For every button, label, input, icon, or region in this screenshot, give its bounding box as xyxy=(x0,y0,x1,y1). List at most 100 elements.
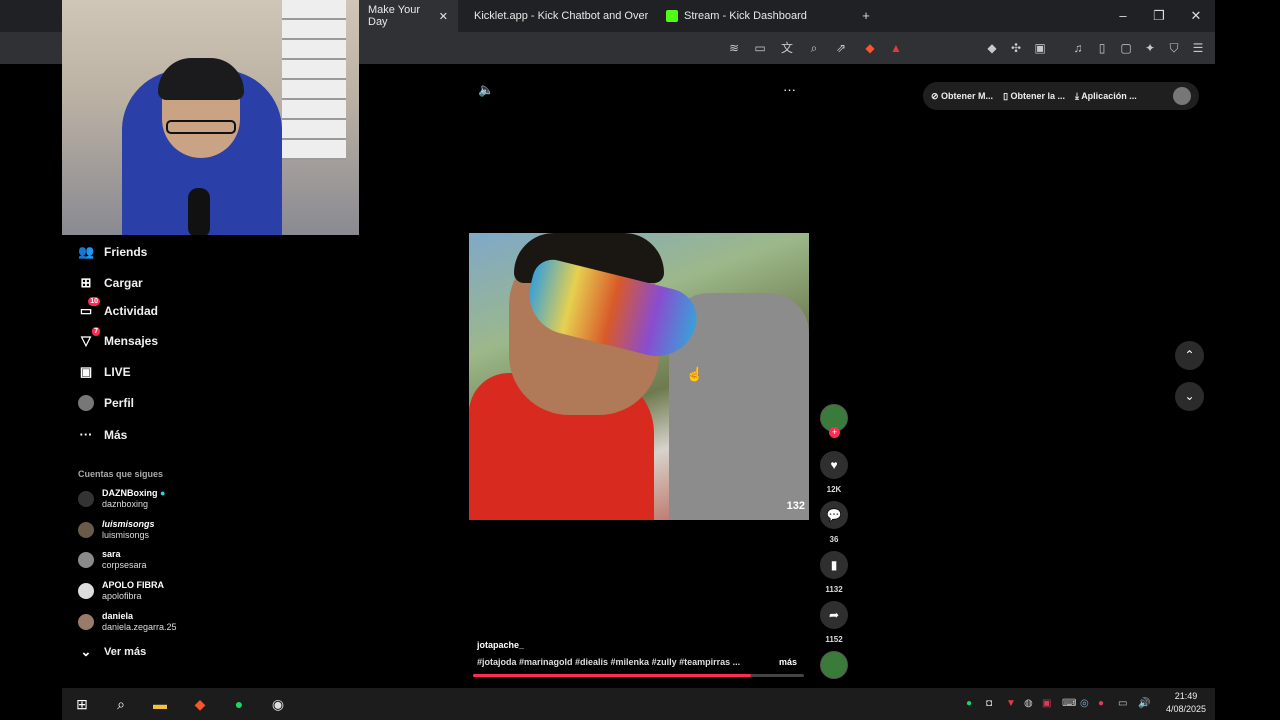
activity-badge: 10 xyxy=(88,297,100,306)
desktop-app-button[interactable]: ⤓ Aplicación ... xyxy=(1075,91,1137,102)
tab-close-icon[interactable]: ✕ xyxy=(439,10,448,23)
tab-label: Stream - Kick Dashboard xyxy=(684,10,807,22)
tray-steam-icon[interactable]: ◎ xyxy=(1080,698,1089,709)
new-tab-button[interactable]: + xyxy=(856,6,876,26)
sidebar-item-friends[interactable]: 👥 Friends xyxy=(78,244,147,260)
sidebar-item-label: Mensajes xyxy=(104,334,159,348)
sidebar-item-label: Actividad xyxy=(104,304,159,318)
activity-icon: ▭ 10 xyxy=(78,297,100,319)
streamer-hair xyxy=(158,58,244,100)
account-handle: corpsesara xyxy=(102,560,147,570)
microphone xyxy=(188,188,210,235)
see-more-button[interactable]: ⌄ Ver más xyxy=(78,644,147,660)
cast-icon[interactable]: ▭ xyxy=(752,40,768,56)
clock-time: 21:49 xyxy=(1174,691,1198,701)
share-arrow-icon: ➦ xyxy=(828,608,840,622)
sidebar-item-profile[interactable]: Perfil xyxy=(78,395,134,411)
following-account-daznboxing[interactable]: DAZNBoxing ● daznboxing xyxy=(78,488,165,510)
tab-kicklet[interactable]: Kicklet.app - Kick Chatbot and Overla xyxy=(468,0,648,32)
following-account-daniela[interactable]: daniela daniela.zegarra.25 xyxy=(78,611,177,633)
screenshot-icon[interactable]: ▣ xyxy=(1032,40,1048,56)
tray-discord-icon[interactable]: ◘ xyxy=(986,698,992,709)
tab-kick-dashboard[interactable]: Stream - Kick Dashboard xyxy=(666,0,846,32)
video-hashtags[interactable]: #jotajoda #marinagold #diealis #milenka … xyxy=(477,657,740,667)
extensions-icon[interactable]: ✣ xyxy=(1008,40,1024,56)
sidebar-item-activity[interactable]: ▭ 10 Actividad xyxy=(78,297,159,319)
avatar xyxy=(78,491,94,507)
save-button[interactable]: ▮ xyxy=(820,551,848,579)
video-progress-bar[interactable] xyxy=(473,674,804,677)
account-name: daniela xyxy=(102,611,134,621)
like-count: 12K xyxy=(826,485,842,494)
video-player[interactable]: 132 xyxy=(469,233,809,520)
brave-browser-icon[interactable]: ◆ xyxy=(190,694,210,714)
spotify-icon[interactable]: ● xyxy=(229,694,249,714)
get-app-button[interactable]: ▯ Obtener la ... xyxy=(1003,91,1065,102)
sidebar-item-more[interactable]: ··· Más xyxy=(78,427,128,443)
follow-plus-icon[interactable]: + xyxy=(829,427,840,438)
video-author[interactable]: jotapache_ xyxy=(477,640,524,650)
tray-spotify-icon[interactable]: ● xyxy=(966,698,972,709)
next-video-button[interactable]: ⌄ xyxy=(1175,382,1204,411)
account-name: sara xyxy=(102,549,121,559)
following-account-luismisongs[interactable]: luismisongs luismisongs xyxy=(78,519,155,541)
following-account-sara[interactable]: sara corpsesara xyxy=(78,549,147,571)
search-icon[interactable]: ⌕ xyxy=(111,694,131,714)
messages-icon: ▽ 7 xyxy=(78,327,100,349)
tab-label: Kicklet.app - Kick Chatbot and Overla xyxy=(474,10,648,22)
user-avatar[interactable] xyxy=(1173,87,1191,105)
tray-record-icon[interactable]: ● xyxy=(1098,698,1104,709)
translate-icon[interactable]: 文 xyxy=(779,40,795,56)
restore-button[interactable]: ❐ xyxy=(1149,6,1169,26)
file-explorer-icon[interactable]: ▬ xyxy=(150,694,170,714)
sidebar-item-label: LIVE xyxy=(104,365,131,379)
previous-video-button[interactable]: ⌃ xyxy=(1175,341,1204,370)
tray-network-icon[interactable]: ▭ xyxy=(1118,698,1127,709)
comment-button[interactable]: 💬 xyxy=(820,501,848,529)
zoom-icon[interactable]: ⌕ xyxy=(806,40,822,56)
wallet-diamond-icon[interactable]: ◆ xyxy=(984,40,1000,56)
tab-label: Make Your Day xyxy=(368,4,420,28)
wallet-icon[interactable]: ▢ xyxy=(1118,40,1134,56)
sidebar-item-live[interactable]: ▣ LIVE xyxy=(78,364,131,380)
close-window-button[interactable]: ✕ xyxy=(1186,6,1206,26)
following-account-apolofibra[interactable]: APOLO FIBRA apolofibra xyxy=(78,580,164,602)
get-coins-button[interactable]: ⊘ Obtener M... xyxy=(931,91,993,102)
obs-icon[interactable]: ◉ xyxy=(268,694,288,714)
taskbar-clock[interactable]: 21:49 4/08/2025 xyxy=(1161,690,1211,716)
sound-disc-icon[interactable] xyxy=(820,651,848,679)
sidebar-item-label: Más xyxy=(104,428,128,442)
tray-volume-icon[interactable]: 🔊 xyxy=(1138,698,1150,709)
windows-taskbar: ⊞ ⌕ ▬ ◆ ● ◉ ● ◘ ▼ ◍ ▣ ⌨ ◎ ● ▭ 🔊 xyxy=(62,688,1215,720)
minimize-button[interactable]: – xyxy=(1113,6,1133,26)
tab-make-your-day[interactable]: Make Your Day ✕ xyxy=(358,0,458,32)
reader-icon[interactable]: ≋ xyxy=(726,40,742,56)
share-icon[interactable]: ⇗ xyxy=(833,40,849,56)
more-options-icon[interactable]: ··· xyxy=(783,82,796,97)
pill-label: Aplicación ... xyxy=(1081,90,1137,101)
windows-start-icon[interactable]: ⊞ xyxy=(72,694,92,714)
shoe-shelf xyxy=(282,0,346,160)
tray-keyboard-icon[interactable]: ⌨ xyxy=(1062,698,1076,709)
share-button[interactable]: ➦ xyxy=(820,601,848,629)
caption-more-button[interactable]: más xyxy=(779,657,797,667)
sidebar-icon[interactable]: ▯ xyxy=(1094,40,1110,56)
brave-rewards-icon[interactable]: ▲ xyxy=(888,40,904,56)
clock-date: 4/08/2025 xyxy=(1165,704,1207,714)
vpn-icon[interactable]: ⛉ xyxy=(1166,40,1182,56)
menu-icon[interactable]: ☰ xyxy=(1190,40,1206,56)
sidebar-item-upload[interactable]: ⊞ Cargar xyxy=(78,275,143,291)
tray-chrome-icon[interactable]: ◍ xyxy=(1024,698,1033,709)
brave-shields-icon[interactable]: ◆ xyxy=(862,40,878,56)
leo-ai-icon[interactable]: ✦ xyxy=(1142,40,1158,56)
sidebar-item-label: Perfil xyxy=(104,396,135,410)
sidebar-item-messages[interactable]: ▽ 7 Mensajes xyxy=(78,327,159,349)
tray-app-icon[interactable]: ▼ xyxy=(1006,698,1016,709)
like-button[interactable]: ♥ xyxy=(820,451,848,479)
media-icon[interactable]: ♫ xyxy=(1070,40,1086,56)
video-progress-fill xyxy=(473,674,752,677)
more-icon: ··· xyxy=(79,427,93,442)
volume-icon[interactable]: 🔈 xyxy=(478,82,494,98)
following-title: Cuentas que sigues xyxy=(78,469,164,479)
tray-amd-icon[interactable]: ▣ xyxy=(1042,698,1051,709)
